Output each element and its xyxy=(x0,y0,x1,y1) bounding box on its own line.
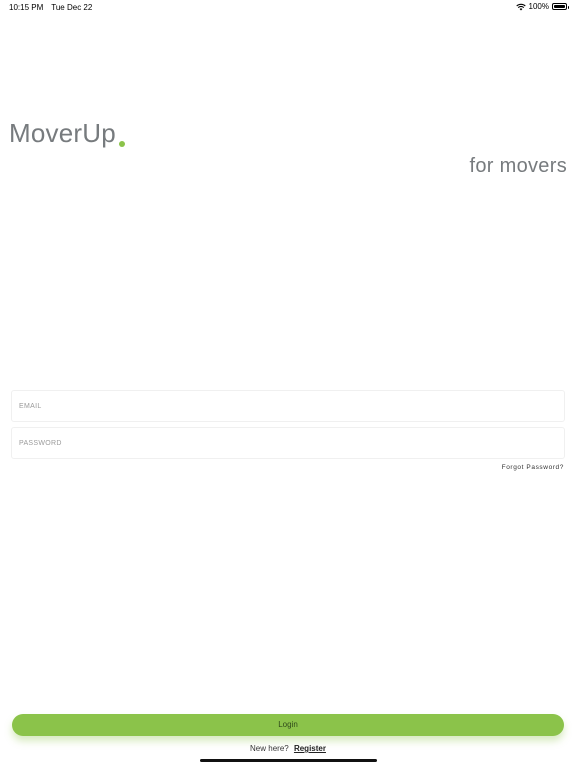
register-link[interactable]: Register xyxy=(294,744,326,753)
home-indicator[interactable] xyxy=(200,759,377,762)
status-right: 100% xyxy=(515,2,569,11)
email-field-container xyxy=(11,390,565,422)
email-field[interactable] xyxy=(12,391,564,421)
status-left: 10:15 PM Tue Dec 22 xyxy=(9,3,92,12)
wifi-icon xyxy=(515,3,526,11)
forgot-password-link[interactable]: Forgot Password? xyxy=(502,464,564,471)
status-bar: 10:15 PM Tue Dec 22 100% xyxy=(0,0,576,14)
password-field-container xyxy=(11,427,565,459)
status-date: Tue Dec 22 xyxy=(51,3,93,12)
battery-percent: 100% xyxy=(528,2,549,11)
login-button[interactable]: Login xyxy=(12,714,564,736)
brand-dot-icon xyxy=(118,141,125,147)
password-field[interactable] xyxy=(12,428,564,458)
battery-fill xyxy=(554,5,565,8)
brand-tagline: for movers xyxy=(469,155,567,177)
brand-logo: MoverUp xyxy=(9,118,125,148)
brand-name: MoverUp xyxy=(9,118,116,148)
status-time: 10:15 PM xyxy=(9,3,44,12)
new-here-text: New here? xyxy=(250,744,289,753)
battery-icon xyxy=(552,3,569,10)
register-row: New here? Register xyxy=(0,744,576,753)
